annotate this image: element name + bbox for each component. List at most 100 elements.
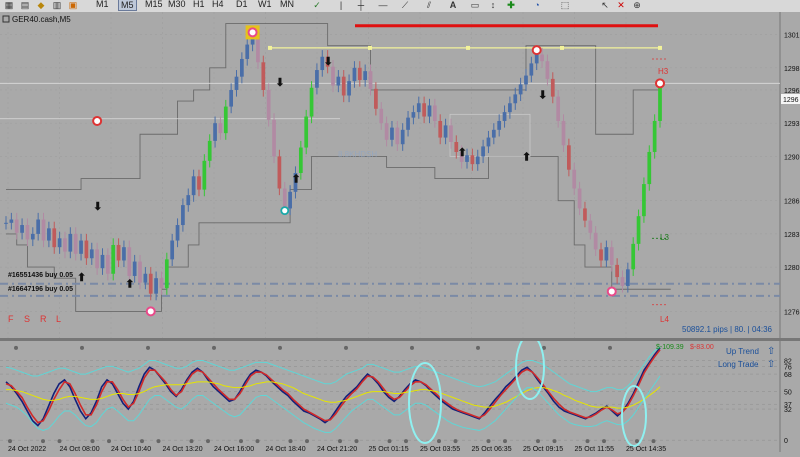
candle-body (642, 184, 646, 217)
candle-body (609, 247, 614, 265)
new-chart-icon[interactable]: ▦ (4, 1, 14, 10)
checkmark-icon[interactable]: ✓ (312, 1, 322, 10)
candle-body (449, 125, 453, 142)
crosshair-icon[interactable]: ┼ (356, 1, 366, 10)
tf-m5[interactable]: M5 (118, 0, 137, 11)
x-tick-label: 25 Oct 11:55 (575, 446, 615, 452)
candle-body (197, 176, 201, 190)
legend-s: S (24, 314, 30, 324)
candle-body (73, 233, 78, 254)
candle-body (229, 89, 234, 107)
candle-body (57, 238, 62, 248)
candle-body (132, 261, 137, 276)
cursor-icon[interactable]: ↖ (600, 1, 610, 10)
level-handle[interactable] (466, 45, 470, 50)
candle-body (127, 247, 132, 276)
level-handle[interactable] (368, 45, 372, 50)
candle-body (422, 103, 426, 117)
zoom-icon[interactable]: ⊕ (632, 1, 642, 10)
navigator-icon[interactable]: ◆ (36, 1, 46, 10)
x-tick-label: 24 Oct 10:40 (111, 446, 151, 452)
signal-circle (531, 45, 542, 56)
candle-body (63, 238, 67, 252)
level-handle[interactable] (268, 45, 272, 50)
candle-body (111, 244, 116, 274)
tf-h1[interactable]: H1 (193, 0, 205, 9)
symbol-label: GER40.cash,M5 (12, 15, 71, 24)
candle-body (357, 67, 362, 80)
up-arrow-icon: ⬆ (77, 272, 86, 284)
trade-note-1: #16551436 buy 0.05 (8, 272, 73, 279)
x-tick-label: 25 Oct 01:15 (369, 446, 409, 452)
label-tool-icon[interactable]: ▭ (470, 1, 480, 10)
legend-f: F (8, 314, 14, 324)
candle-body (550, 78, 555, 97)
osc-dot (651, 439, 656, 444)
tf-m1[interactable]: M1 (96, 0, 109, 9)
osc-tick-label: 0 (784, 438, 788, 445)
x-tick-label: 24 Oct 18:40 (266, 446, 306, 452)
candle-body (406, 117, 410, 130)
candle-body (341, 76, 346, 96)
signal-circle (247, 27, 258, 38)
down-arrow-icon: ⬇ (275, 77, 284, 89)
candle-body (20, 225, 24, 233)
add-indicator-icon[interactable]: ✚ (506, 1, 516, 10)
label-h3: H3 (658, 67, 669, 76)
osc-dot (344, 345, 348, 350)
periodicity-icon[interactable]: ◔ (532, 1, 542, 10)
channel-icon[interactable]: ⫽ (424, 1, 434, 10)
candle-body (41, 219, 46, 241)
candle-body (502, 112, 507, 121)
osc-dot (602, 439, 606, 444)
candle-body (658, 85, 662, 121)
tf-d1[interactable]: D1 (236, 0, 248, 9)
osc-dot (57, 439, 62, 444)
tf-m15[interactable]: M15 (145, 0, 163, 9)
market-watch-icon[interactable]: ▥ (52, 1, 62, 10)
pips-info: 50892.1 pips | 80. | 04:36 (682, 325, 773, 334)
osc-dot (635, 439, 639, 444)
data-window-icon[interactable]: ▣ (68, 1, 78, 10)
oscillator-panel[interactable]: 0 82 76 68 50 37 32 24 Oct 2022 24 Oct 08:00 24 … (0, 334, 800, 453)
candle-body (79, 240, 83, 254)
candle-body (47, 228, 51, 241)
candle-body (588, 220, 593, 233)
templates-icon[interactable]: ⬚ (560, 1, 570, 10)
tf-mn[interactable]: MN (280, 0, 294, 9)
candle-body (234, 76, 239, 90)
tf-w1[interactable]: W1 (258, 0, 272, 9)
osc-dot (107, 439, 111, 444)
trendline-icon[interactable]: ⟋ (400, 1, 410, 10)
osc-dot (608, 345, 612, 350)
osc-dot (437, 439, 441, 444)
candle-body (240, 58, 244, 77)
main-chart[interactable]: ⬇ ⬇ ⬆ ⬆ ⬇ ⬆ ⬆ ⬇ ⬆ 1276 1280 1283 1286 1290 1293 1296 12… (0, 12, 800, 338)
signal-circle (145, 306, 156, 317)
text-tool-icon[interactable]: A (448, 1, 458, 10)
close-icon[interactable]: ✕ (616, 1, 626, 10)
y-tick-label: 1280 (784, 265, 800, 272)
arrows-icon[interactable]: ↕ (488, 1, 498, 10)
legend-r: R (40, 314, 47, 324)
tf-m30[interactable]: M30 (168, 0, 186, 9)
candle-body (100, 254, 105, 269)
tf-h4[interactable]: H4 (212, 0, 224, 9)
osc-dot (156, 439, 161, 444)
candle-body (379, 108, 384, 124)
vertical-line-icon[interactable]: | (336, 1, 346, 10)
up-arrow-icon-2: ⇧ (767, 359, 775, 370)
candle-body (245, 44, 250, 59)
profiles-icon[interactable]: ▤ (20, 1, 30, 10)
candle-body (95, 249, 99, 269)
horizontal-line-icon[interactable]: — (378, 1, 388, 10)
level-handle[interactable] (560, 45, 564, 50)
candle-body (331, 66, 335, 86)
osc-value-2: $-83.00 (690, 344, 714, 351)
candle-body (9, 219, 14, 223)
candle-body (277, 156, 282, 189)
osc-dot (189, 439, 194, 444)
level-handle[interactable] (658, 45, 662, 50)
candle-body (288, 191, 292, 209)
candle-body (68, 233, 73, 252)
